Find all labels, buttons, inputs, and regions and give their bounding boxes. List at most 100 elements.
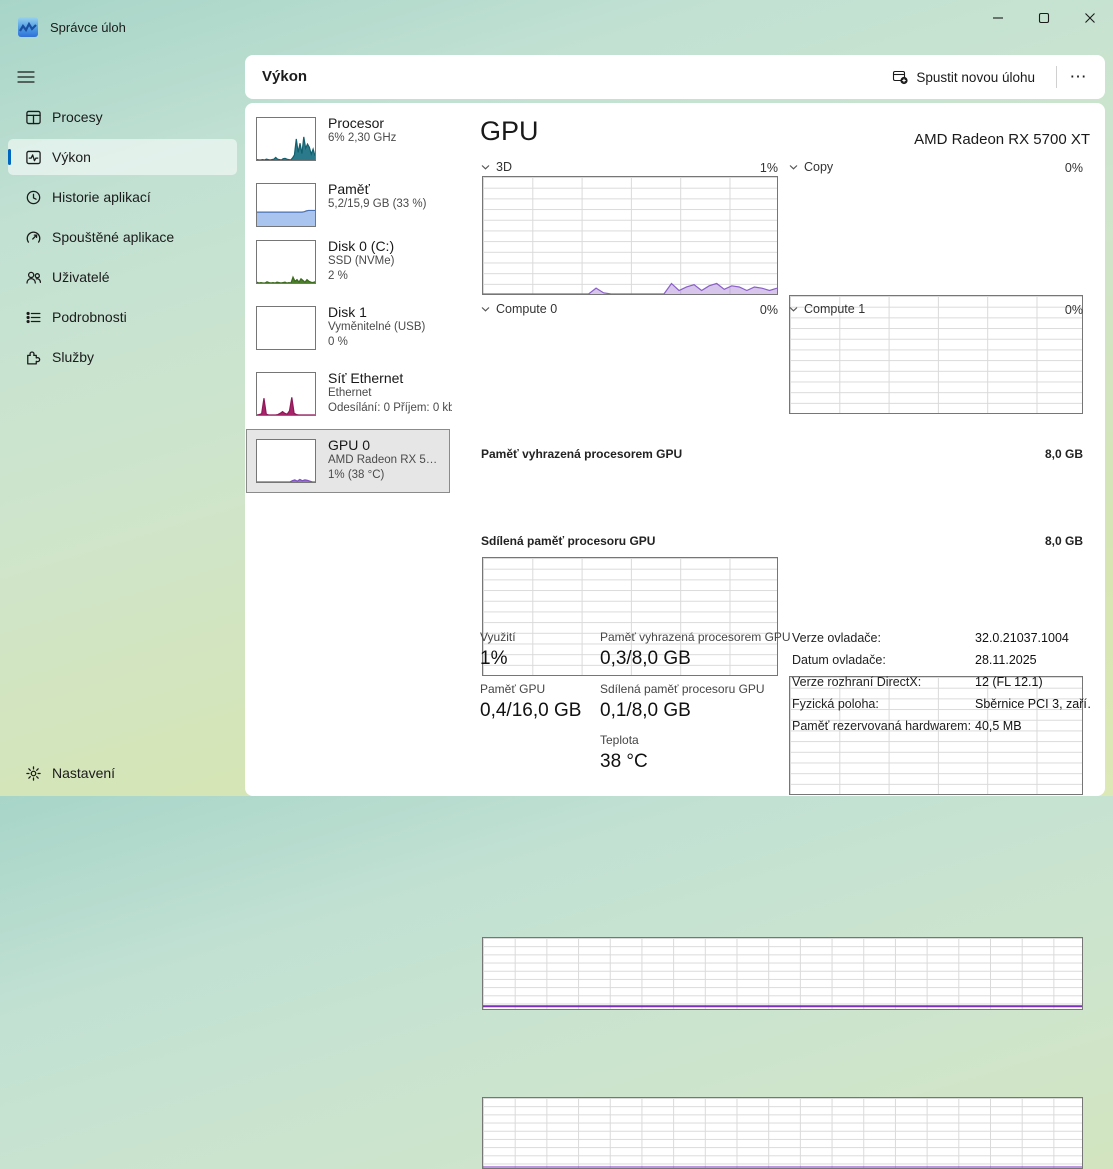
detail-driver-version: Verze ovladače: 32.0.21037.1004 — [792, 628, 1092, 650]
sidebar-item-services[interactable]: Služby — [8, 337, 237, 377]
sidebar-item-label: Služby — [52, 349, 94, 365]
chart-value-compute0: 0% — [748, 303, 778, 317]
disk1-mini-chart — [256, 306, 316, 350]
perf-item-line: 1% (38 °C) — [328, 468, 437, 483]
chart-header-3d[interactable]: 3D — [481, 160, 512, 174]
detail-label: Fyzická poloha: — [792, 697, 879, 711]
shared-memory-max: 8,0 GB — [1033, 534, 1083, 548]
header-divider — [1056, 66, 1057, 88]
stat-gpu-memory-value: 0,4/16,0 GB — [480, 700, 581, 722]
dedicated-memory-chart-label: Paměť vyhrazená procesorem GPU — [481, 447, 682, 461]
perf-item-title: GPU 0 — [328, 437, 437, 453]
sidebar-item-label: Historie aplikací — [52, 189, 151, 205]
sidebar-item-label: Procesy — [52, 109, 103, 125]
chart-header-compute0[interactable]: Compute 0 — [481, 302, 557, 316]
detail-label: Datum ovladače: — [792, 653, 886, 667]
perf-item-title: Disk 1 — [328, 304, 425, 320]
perf-item-line: 0 % — [328, 335, 425, 350]
detail-directx-version: Verze rozhraní DirectX: 12 (FL 12.1) — [792, 672, 1092, 694]
detail-hardware-reserved-memory: Paměť rezervovaná hardwarem: 40,5 MB — [792, 716, 1092, 738]
stat-shared-memory-value: 0,1/8,0 GB — [600, 700, 691, 722]
performance-icon — [25, 149, 42, 166]
startup-icon — [25, 229, 42, 246]
sidebar-item-performance[interactable]: Výkon — [8, 139, 237, 175]
perf-item-disk1[interactable]: Disk 1 Vyměnitelné (USB) 0 % — [256, 306, 425, 350]
sidebar-item-details[interactable]: Podrobnosti — [8, 297, 237, 337]
chevron-down-icon — [481, 164, 490, 170]
dedicated-memory-max: 8,0 GB — [1033, 447, 1083, 461]
perf-item-line: 2 % — [328, 269, 394, 284]
perf-item-title: Procesor — [328, 115, 396, 131]
detail-value: 32.0.21037.1004 — [975, 631, 1069, 645]
detail-value: 12 (FL 12.1) — [975, 675, 1043, 689]
stat-dedicated-memory-value: 0,3/8,0 GB — [600, 648, 691, 670]
detail-physical-location: Fyzická poloha: Sběrnice PCI 3, zaří… — [792, 694, 1092, 716]
chart-name: 3D — [496, 160, 512, 174]
gpu-shared-memory-chart — [482, 1097, 1083, 1169]
sidebar-item-settings[interactable]: Nastavení — [8, 753, 237, 793]
run-new-task-button[interactable]: Spustit novou úlohu — [884, 62, 1043, 92]
perf-item-line: 5,2/15,9 GB (33 %) — [328, 197, 426, 212]
perf-item-line: AMD Radeon RX 5… — [328, 453, 437, 468]
page-title: Výkon — [262, 55, 307, 99]
shared-memory-chart-label: Sdílená paměť procesoru GPU — [481, 534, 655, 548]
chart-name: Compute 1 — [804, 302, 865, 316]
gpu0-mini-chart — [256, 439, 316, 483]
sidebar-item-label: Nastavení — [52, 765, 115, 781]
perf-item-title: Paměť — [328, 181, 426, 197]
perf-item-memory[interactable]: Paměť 5,2/15,9 GB (33 %) — [256, 183, 426, 227]
users-icon — [25, 269, 42, 286]
sidebar-item-startup-apps[interactable]: Spouštěné aplikace — [8, 217, 237, 257]
run-new-task-label: Spustit novou úlohu — [916, 70, 1035, 85]
detail-value: 28.11.2025 — [975, 653, 1037, 667]
ethernet-mini-chart — [256, 372, 316, 416]
sidebar-item-processes[interactable]: Procesy — [8, 97, 237, 137]
disk0-mini-chart — [256, 240, 316, 284]
stat-gpu-memory-label: Paměť GPU — [480, 682, 545, 696]
perf-item-ethernet[interactable]: Síť Ethernet Ethernet Odesílání: 0 Příje… — [256, 372, 452, 416]
chart-value-copy: 0% — [1053, 161, 1083, 175]
chart-value-3d: 1% — [748, 161, 778, 175]
chevron-down-icon — [481, 306, 490, 312]
stat-temperature-value: 38 °C — [600, 751, 648, 773]
sidebar-item-label: Uživatelé — [52, 269, 110, 285]
hamburger-icon — [17, 70, 35, 84]
perf-item-cpu[interactable]: Procesor 6% 2,30 GHz — [256, 117, 396, 161]
selected-indicator — [8, 149, 11, 165]
new-task-icon — [892, 69, 908, 85]
detail-value: 40,5 MB — [975, 719, 1022, 733]
close-button[interactable] — [1067, 0, 1113, 36]
perf-item-line: Ethernet — [328, 386, 452, 401]
page-header: Výkon Spustit novou úlohu ⋯ — [245, 55, 1105, 99]
minimize-button[interactable] — [975, 0, 1021, 36]
chart-header-copy[interactable]: Copy — [789, 160, 833, 174]
chevron-down-icon — [789, 164, 798, 170]
memory-mini-chart — [256, 183, 316, 227]
gpu-3d-chart — [482, 176, 778, 295]
stat-utilization-value: 1% — [480, 648, 507, 670]
sidebar-item-app-history[interactable]: Historie aplikací — [8, 177, 237, 217]
navigation-menu-button[interactable] — [12, 60, 52, 94]
details-list-icon — [25, 309, 42, 326]
gpu-dedicated-memory-chart — [482, 937, 1083, 1010]
sidebar-item-label: Výkon — [52, 149, 91, 165]
chart-name: Copy — [804, 160, 833, 174]
detail-value: Sběrnice PCI 3, zaří… — [975, 697, 1090, 711]
sidebar-item-users[interactable]: Uživatelé — [8, 257, 237, 297]
detail-label: Verze rozhraní DirectX: — [792, 675, 921, 689]
perf-item-line: 6% 2,30 GHz — [328, 131, 396, 146]
gear-icon — [25, 765, 42, 782]
services-puzzle-icon — [25, 349, 42, 366]
detail-driver-date: Datum ovladače: 28.11.2025 — [792, 650, 1092, 672]
perf-item-title: Síť Ethernet — [328, 370, 452, 386]
history-icon — [25, 189, 42, 206]
chart-header-compute1[interactable]: Compute 1 — [789, 302, 865, 316]
maximize-button[interactable] — [1021, 0, 1067, 36]
perf-item-gpu0-selected[interactable]: GPU 0 AMD Radeon RX 5… 1% (38 °C) — [246, 429, 450, 493]
perf-item-line: Vyměnitelné (USB) — [328, 320, 425, 335]
perf-item-disk0[interactable]: Disk 0 (C:) SSD (NVMe) 2 % — [256, 240, 394, 284]
more-options-button[interactable]: ⋯ — [1061, 62, 1095, 92]
detail-label: Paměť rezervovaná hardwarem: — [792, 719, 971, 733]
perf-item-line: Odesílání: 0 Příjem: 0 kb — [328, 401, 452, 416]
sidebar: Procesy Výkon Historie aplikací Spouštěn… — [0, 0, 245, 796]
